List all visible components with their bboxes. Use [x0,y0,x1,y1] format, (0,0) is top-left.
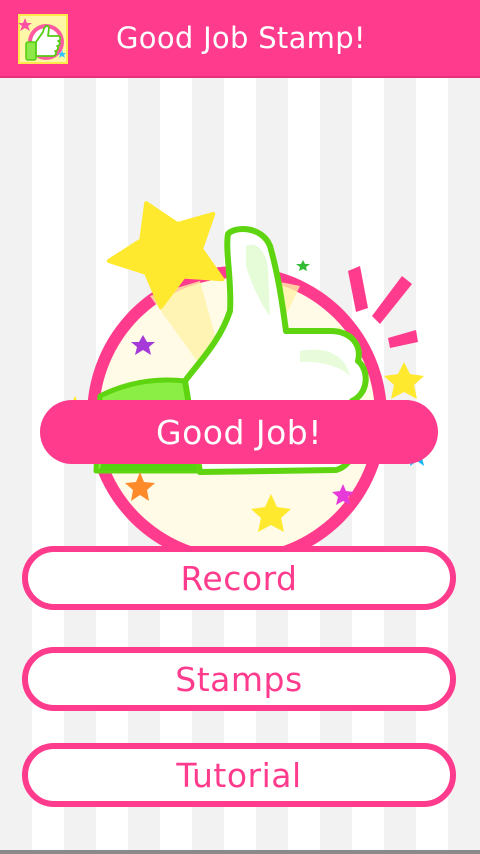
green-star-icon [296,260,310,271]
app-title: Good Job Stamp! [116,21,366,55]
tutorial-button-label: Tutorial [176,755,302,795]
thumbs-up-stamp-illustration [58,201,429,546]
thumbs-up-app-icon [18,14,68,64]
good-job-banner: Good Job! [40,400,438,464]
tutorial-button[interactable]: Tutorial [22,743,456,807]
app-screen: Good Job Stamp! Good Job! Record Stamps … [0,0,480,854]
record-button[interactable]: Record [22,546,456,610]
good-job-banner-text: Good Job! [156,412,322,452]
yellow-star-right-icon [384,362,424,399]
record-button-label: Record [180,558,298,598]
screen-bottom-edge [0,850,480,854]
stamps-button[interactable]: Stamps [22,647,456,711]
app-bar: Good Job Stamp! [0,0,480,78]
stamps-button-label: Stamps [175,659,303,699]
